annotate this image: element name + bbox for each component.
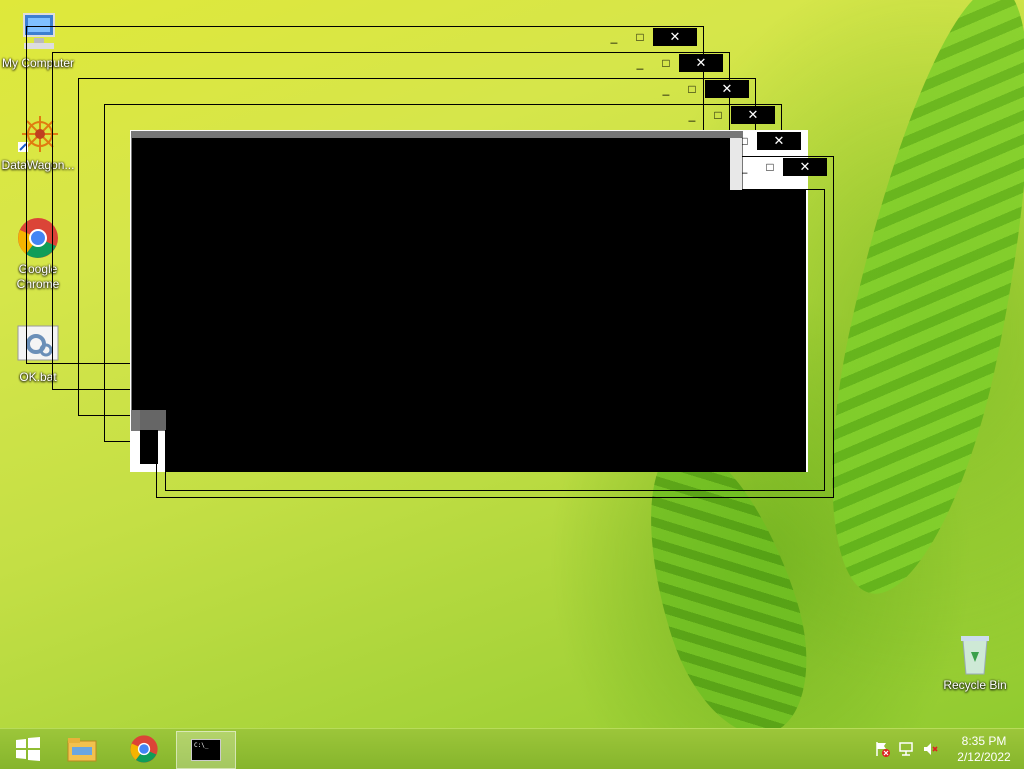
file-explorer-icon	[67, 738, 97, 762]
close-button[interactable]: ✕	[731, 106, 775, 124]
console-output-area	[166, 190, 806, 472]
minimize-button[interactable]: _	[679, 108, 705, 122]
command-prompt-icon: C:\_	[191, 739, 221, 761]
taskbar-chrome[interactable]	[116, 731, 172, 767]
system-tray: 8:35 PM 2/12/2022	[866, 729, 1016, 769]
cmd-icon-label: C:\_	[194, 742, 209, 749]
minimize-button[interactable]: _	[627, 56, 653, 70]
chrome-icon	[130, 735, 158, 763]
maximize-button[interactable]: □	[757, 160, 783, 174]
console-output-area	[140, 430, 158, 464]
maximize-button[interactable]: □	[705, 108, 731, 122]
close-button[interactable]: ✕	[653, 28, 697, 46]
desktop-icon-label: Recycle Bin	[943, 678, 1007, 692]
start-button[interactable]	[0, 731, 56, 767]
taskbar-clock[interactable]: 8:35 PM 2/12/2022	[952, 733, 1016, 765]
close-button[interactable]: ✕	[679, 54, 723, 72]
taskbar-file-explorer[interactable]	[54, 731, 110, 767]
minimize-button[interactable]: _	[601, 30, 627, 44]
minimize-button[interactable]: _	[653, 82, 679, 96]
desktop-icon-recycle-bin[interactable]: Recycle Bin	[937, 632, 1013, 693]
maximize-button[interactable]: □	[653, 56, 679, 70]
taskbar: C:\_ 8:35 PM 2/12/2022	[0, 728, 1024, 769]
window-title-buttons: _ □ ✕	[731, 157, 827, 177]
window-title-buttons: _ □ ✕	[627, 53, 723, 73]
clock-date: 2/12/2022	[957, 750, 1011, 764]
recycle-bin-icon	[953, 632, 997, 676]
window-title-buttons: _ □ ✕	[653, 79, 749, 99]
clock-time: 8:35 PM	[961, 734, 1007, 748]
volume-muted-icon[interactable]	[922, 741, 938, 757]
taskbar-command-prompt[interactable]: C:\_	[176, 731, 236, 769]
start-icon	[16, 737, 40, 761]
window-title-buttons: _ □ ✕	[601, 27, 697, 47]
maximize-button[interactable]: □	[679, 82, 705, 96]
close-button[interactable]: ✕	[705, 80, 749, 98]
window-title-buttons: _ □ ✕	[679, 105, 775, 125]
network-icon[interactable]	[898, 741, 914, 757]
action-center-flag-icon[interactable]	[874, 741, 890, 757]
maximize-button[interactable]: □	[627, 30, 653, 44]
close-button[interactable]: ✕	[757, 132, 801, 150]
close-button[interactable]: ✕	[783, 158, 827, 176]
